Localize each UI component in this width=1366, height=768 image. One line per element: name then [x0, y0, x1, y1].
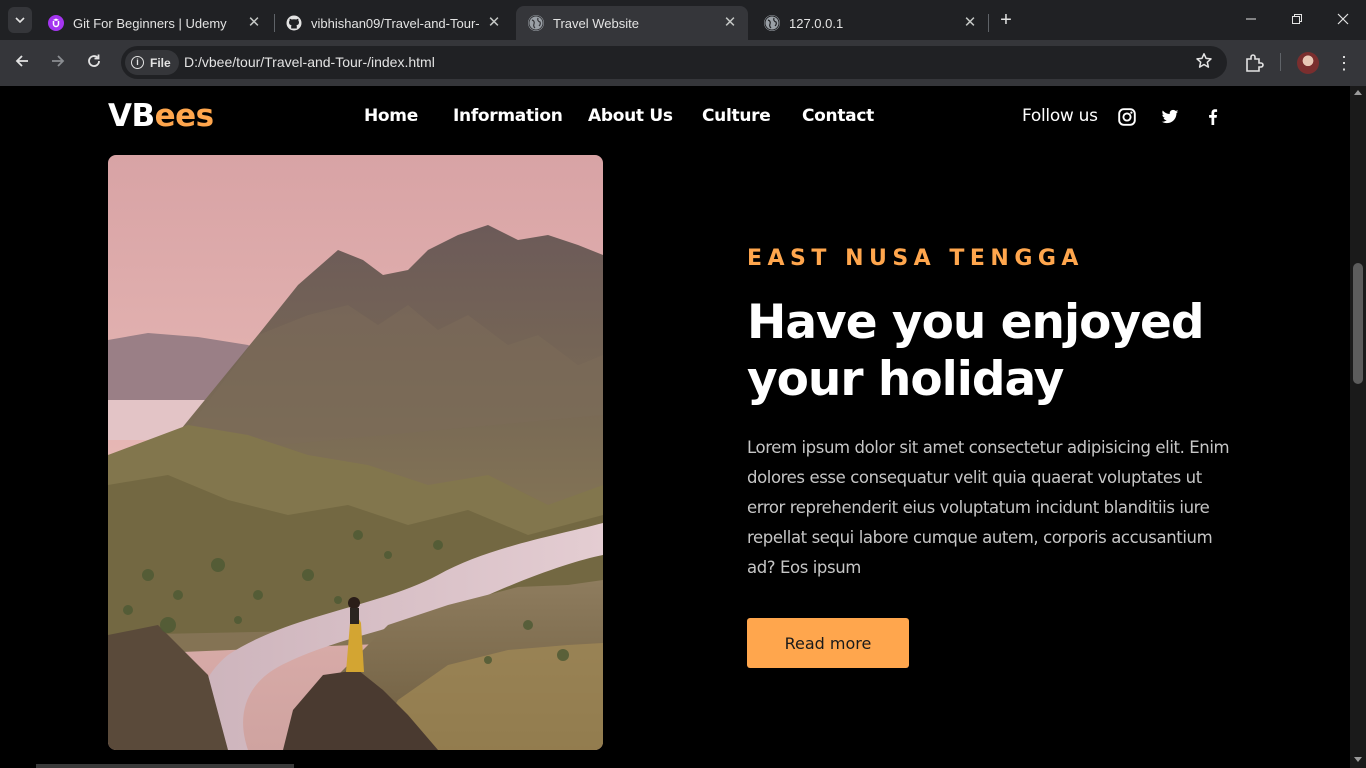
menu-kebab-icon[interactable]: ⋮ [1335, 52, 1353, 74]
back-button[interactable] [11, 52, 33, 74]
nav-about-us[interactable]: About Us [588, 106, 673, 126]
close-icon [1337, 13, 1349, 25]
tab-title: Travel Website [553, 15, 639, 31]
nav-contact[interactable]: Contact [802, 106, 874, 126]
tab-title: 127.0.0.1 [789, 15, 844, 31]
restore-button[interactable] [1287, 10, 1307, 30]
minimize-icon [1246, 18, 1256, 20]
read-more-button[interactable]: Read more [747, 618, 909, 668]
close-icon[interactable]: ✕ [722, 15, 738, 31]
toolbar-separator [1280, 53, 1281, 71]
close-window-button[interactable] [1333, 10, 1353, 30]
instagram-icon[interactable] [1118, 108, 1136, 126]
globe-icon [528, 15, 544, 31]
web-page: VBees Home Information About Us Culture … [0, 86, 1350, 768]
tab-localhost[interactable]: 127.0.0.1 ✕ [752, 6, 988, 40]
tab-title: Git For Beginners | Udemy [73, 15, 227, 31]
browser-toolbar: i File D:/vbee/tour/Travel-and-Tour-/ind… [0, 40, 1366, 86]
chevron-down-icon [15, 17, 25, 23]
puzzle-icon [1246, 54, 1264, 72]
nav-information[interactable]: Information [453, 106, 563, 126]
address-bar[interactable]: i File D:/vbee/tour/Travel-and-Tour-/ind… [121, 46, 1227, 79]
minimize-button[interactable] [1241, 10, 1261, 30]
hero-headline: Have you enjoyed your holiday [747, 294, 1267, 408]
close-icon[interactable]: ✕ [246, 15, 262, 31]
follow-us-label: Follow us [1022, 106, 1098, 126]
hero-landscape-image [108, 155, 603, 750]
arrow-left-icon [15, 55, 28, 67]
chip-label: File [150, 55, 171, 70]
nav-home[interactable]: Home [364, 106, 418, 126]
nav-culture[interactable]: Culture [702, 106, 771, 126]
horizontal-scroll-indicator [36, 764, 294, 768]
logo-accent: ees [154, 98, 215, 134]
forward-button[interactable] [47, 52, 69, 74]
scroll-down-arrow-icon[interactable] [1354, 757, 1362, 762]
arrow-right-icon [52, 55, 65, 67]
info-icon: i [131, 56, 144, 69]
hero-description: Lorem ipsum dolor sit amet consectetur a… [747, 438, 1230, 577]
scroll-up-arrow-icon[interactable] [1354, 90, 1362, 95]
site-logo[interactable]: VBees [108, 98, 214, 134]
globe-icon [764, 15, 780, 31]
reload-button[interactable] [83, 52, 105, 74]
tab-travel-website[interactable]: Travel Website ✕ [516, 6, 748, 40]
close-icon[interactable]: ✕ [486, 15, 502, 31]
reload-icon [88, 54, 100, 67]
url-text[interactable]: D:/vbee/tour/Travel-and-Tour-/index.html [184, 54, 435, 70]
tab-strip: Git For Beginners | Udemy ✕ vibhishan09/… [0, 0, 1366, 40]
tab-github[interactable]: vibhishan09/Travel-and-Tour- ✕ [274, 6, 512, 40]
restore-icon [1292, 14, 1302, 24]
tab-search-button[interactable] [8, 7, 32, 33]
github-icon [286, 15, 302, 31]
vertical-scrollbar[interactable] [1350, 86, 1366, 768]
new-tab-button[interactable]: + [996, 10, 1016, 30]
tab-separator [988, 14, 989, 32]
scrollbar-thumb[interactable] [1353, 263, 1363, 384]
headline-line-2: your holiday [747, 352, 1064, 407]
twitter-icon[interactable] [1161, 108, 1179, 126]
udemy-icon [48, 15, 64, 31]
extensions-button[interactable] [1243, 52, 1265, 74]
tab-title: vibhishan09/Travel-and-Tour- [311, 15, 480, 31]
close-icon[interactable]: ✕ [962, 15, 978, 31]
tab-udemy[interactable]: Git For Beginners | Udemy ✕ [36, 6, 272, 40]
logo-primary: VB [108, 98, 155, 134]
headline-line-1: Have you enjoyed [747, 295, 1205, 350]
bookmark-star-icon[interactable] [1195, 52, 1213, 75]
facebook-icon[interactable] [1204, 108, 1222, 126]
hero-kicker: EAST NUSA TENGGA [747, 246, 1084, 271]
site-info-chip[interactable]: i File [125, 50, 179, 75]
profile-avatar[interactable] [1297, 52, 1319, 74]
